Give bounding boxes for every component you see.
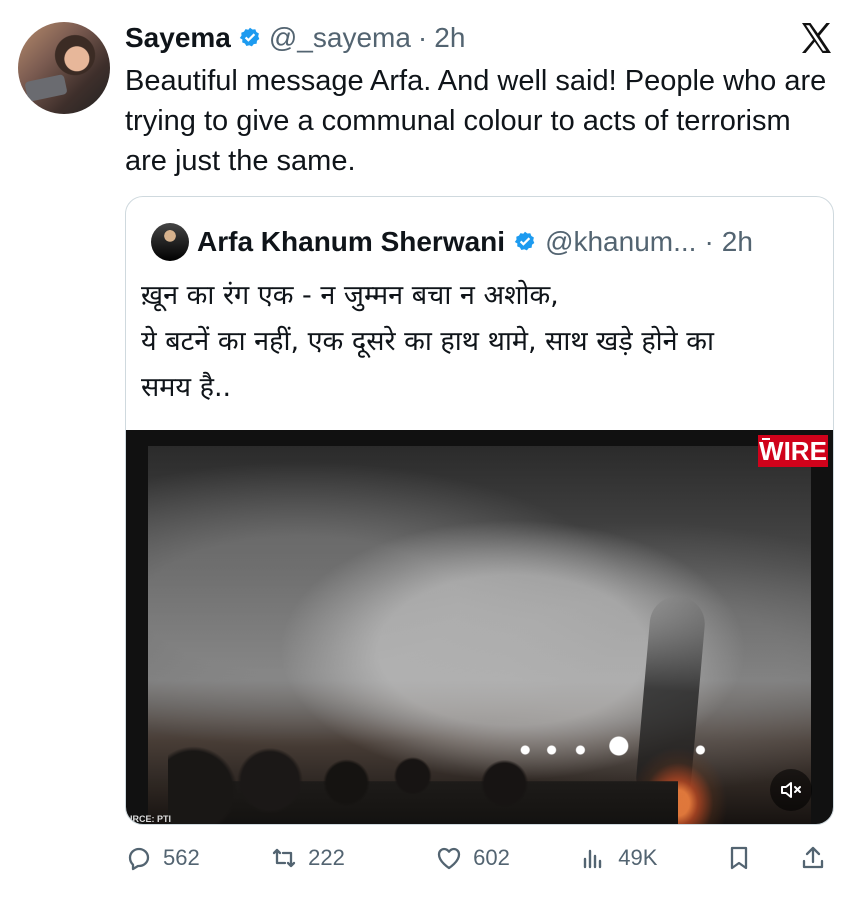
mute-button[interactable] xyxy=(770,769,812,811)
author-handle[interactable]: @_sayema xyxy=(269,20,411,56)
video-media[interactable]: WIRE URCE: PTI xyxy=(126,430,833,824)
quoted-author-name[interactable]: Arfa Khanum Sherwani xyxy=(197,223,505,261)
author-name[interactable]: Sayema xyxy=(125,20,231,56)
quoted-text-line-1: ख़ून का रंग एक - न जुम्मन बचा न अशोक, xyxy=(141,280,559,311)
bookmark-icon xyxy=(731,846,748,870)
repost-icon xyxy=(272,848,296,868)
post-header: Sayema @_sayema · 2h xyxy=(125,20,465,56)
wire-logo: WIRE xyxy=(758,435,828,467)
volume-muted-icon xyxy=(781,782,801,798)
verified-badge-icon xyxy=(239,27,260,47)
verified-badge-icon xyxy=(514,231,535,251)
views-count: 49K xyxy=(618,845,658,870)
reply-count: 562 xyxy=(163,845,200,870)
quoted-author-handle[interactable]: @khanum... xyxy=(545,223,696,261)
reply-button[interactable]: 562 xyxy=(125,838,270,878)
video-source-label: URCE: PTI xyxy=(126,814,171,824)
like-count: 602 xyxy=(473,845,510,870)
repost-button[interactable]: 222 xyxy=(270,838,435,878)
quoted-post-card[interactable]: Arfa Khanum Sherwani @khanum... · 2h ख़ू… xyxy=(125,196,834,825)
repost-count: 222 xyxy=(308,845,345,870)
post-actions: 562 222 602 49K xyxy=(125,838,827,878)
comment-icon xyxy=(128,847,150,871)
quoted-text-line-3: समय है.. xyxy=(141,372,232,403)
crowd-silhouettes xyxy=(168,738,678,824)
quoted-text-line-2: ये बटनें का नहीं, एक दूसरे का हाथ थामे, … xyxy=(141,326,714,357)
author-avatar[interactable] xyxy=(18,22,110,114)
share-button[interactable] xyxy=(799,838,827,878)
quoted-post-header: Arfa Khanum Sherwani @khanum... · 2h xyxy=(151,222,753,262)
quoted-author-avatar[interactable] xyxy=(151,223,189,261)
heart-icon xyxy=(438,847,461,870)
bookmark-button[interactable] xyxy=(725,838,799,878)
post-time[interactable]: 2h xyxy=(434,20,465,56)
header-separator: · xyxy=(417,22,428,53)
quoted-post-time[interactable]: 2h xyxy=(722,223,753,261)
post-text: Beautiful message Arfa. And well said! P… xyxy=(125,65,835,177)
video-frame xyxy=(148,446,811,824)
x-logo-icon[interactable] xyxy=(798,20,834,56)
like-button[interactable]: 602 xyxy=(435,838,580,878)
quoted-header-separator: · xyxy=(704,226,714,257)
analytics-icon xyxy=(584,849,602,869)
quoted-post-text: ख़ून का रंग एक - न जुम्मन बचा न अशोक, ये… xyxy=(141,273,821,411)
share-icon xyxy=(802,846,824,869)
views-button[interactable]: 49K xyxy=(580,838,725,878)
